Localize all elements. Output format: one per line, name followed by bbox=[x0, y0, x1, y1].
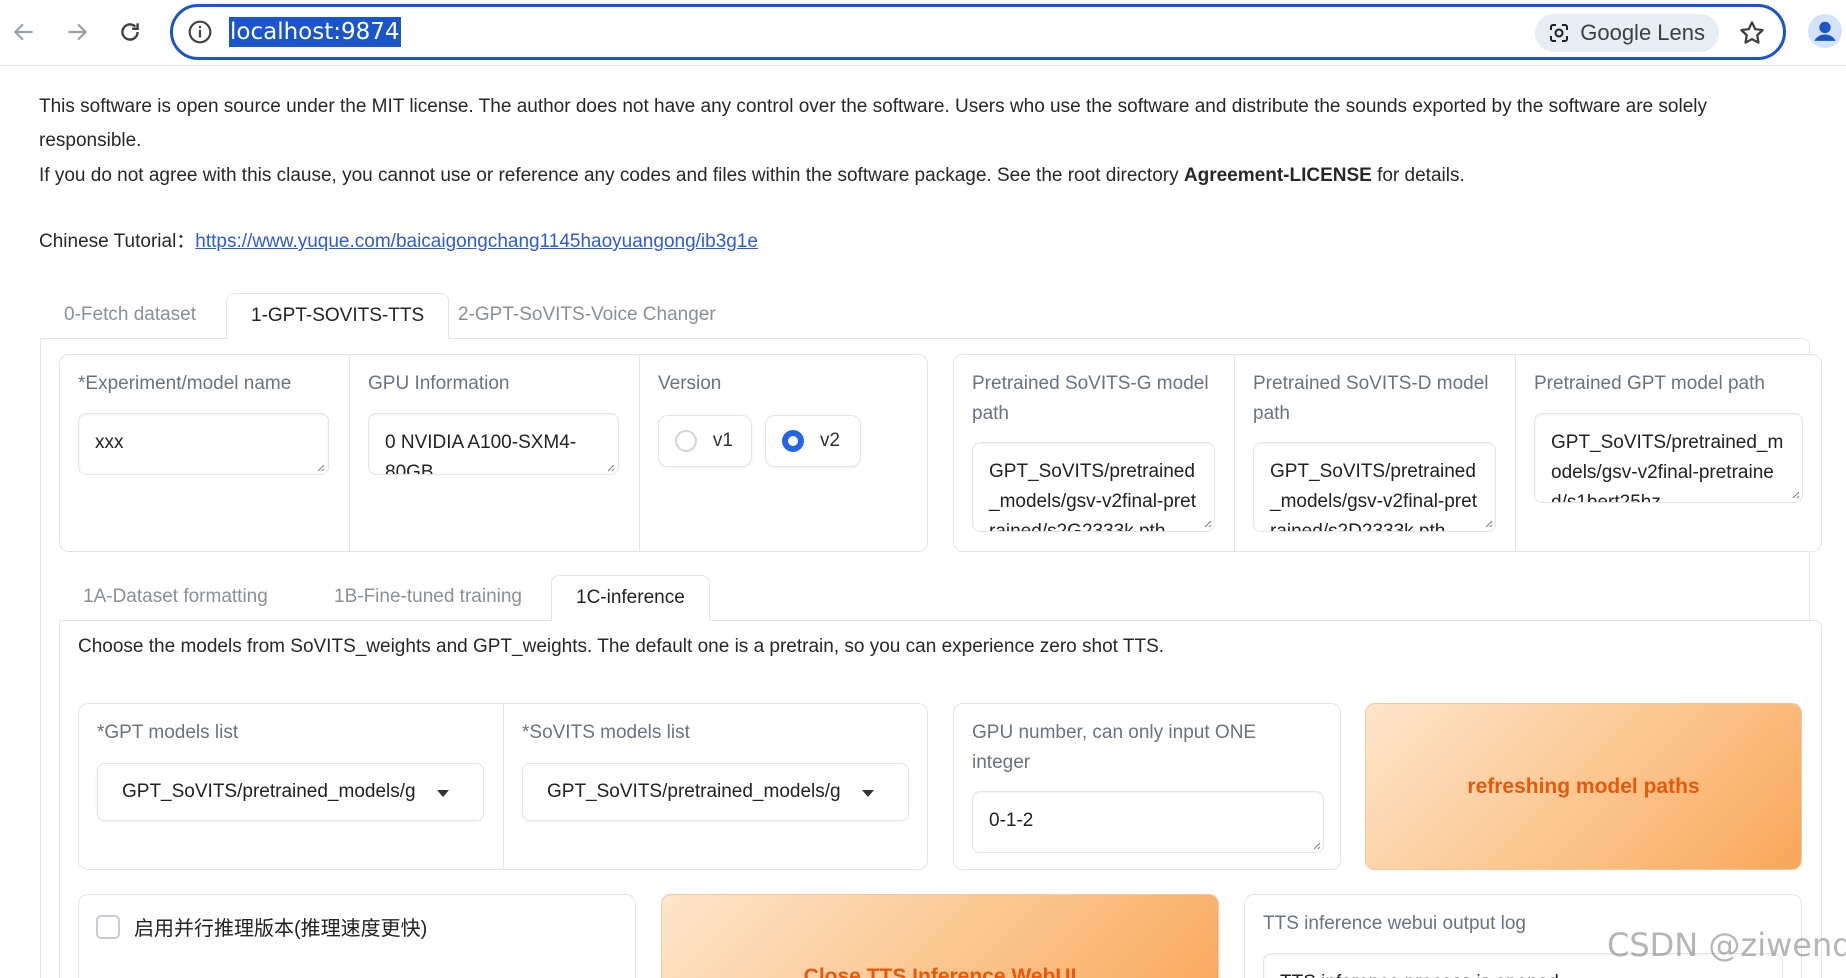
resize-grip-icon bbox=[1792, 491, 1800, 499]
main-tab-bar: 0-Fetch dataset 1-GPT-SOVITS-TTS 2-GPT-S… bbox=[40, 293, 1810, 339]
parallel-inference-label: 启用并行推理版本(推理速度更快) bbox=[134, 918, 428, 940]
version-cell: Version v1 v2 bbox=[640, 355, 929, 551]
agreement-suffix: for details. bbox=[1371, 165, 1465, 186]
sovits-g-path-input[interactable]: GPT_SoVITS/pretrained_models/gsv-v2final… bbox=[972, 442, 1215, 532]
resize-grip-icon bbox=[1313, 842, 1321, 850]
radio-unchecked-icon bbox=[675, 430, 697, 452]
arrow-right-icon bbox=[68, 23, 88, 41]
agreement-prefix: If you do not agree with this clause, yo… bbox=[39, 165, 1184, 186]
reload-button[interactable] bbox=[110, 12, 150, 52]
lens-icon bbox=[1550, 24, 1569, 42]
sovits-d-cell: Pretrained SoVITS-D model path GPT_SoVIT… bbox=[1235, 355, 1516, 551]
version-label: Version bbox=[658, 373, 722, 394]
arrow-left-icon bbox=[13, 23, 33, 41]
sovits-g-label: Pretrained SoVITS-G model path bbox=[972, 373, 1209, 424]
resize-grip-icon bbox=[607, 464, 615, 472]
browser-toolbar: localhost:9874 Google Lens bbox=[0, 0, 1846, 66]
inference-description: Choose the models from SoVITS_weights an… bbox=[78, 636, 1165, 657]
gpt-path-input[interactable]: GPT_SoVITS/pretrained_models/gsv-v2final… bbox=[1534, 413, 1803, 503]
gpt-path-label: Pretrained GPT model path bbox=[1534, 373, 1765, 394]
gpt-models-selected: GPT_SoVITS/pretrained_models/g bbox=[122, 781, 416, 802]
settings-group-right: Pretrained SoVITS-G model path GPT_SoVIT… bbox=[953, 354, 1822, 552]
gpt-list-label: *GPT models list bbox=[97, 722, 239, 743]
close-tts-webui-button[interactable]: Close TTS Inference WebUI bbox=[661, 894, 1219, 978]
google-lens-button[interactable]: Google Lens bbox=[1535, 14, 1719, 52]
tab-fetch-dataset[interactable]: 0-Fetch dataset bbox=[40, 293, 220, 339]
gpu-number-label: GPU number, can only input ONE integer bbox=[972, 722, 1257, 773]
url-text[interactable]: localhost:9874 bbox=[229, 17, 401, 47]
model-lists-group: *GPT models list GPT_SoVITS/pretrained_m… bbox=[78, 703, 928, 870]
sovits-d-path-input[interactable]: GPT_SoVITS/pretrained_models/gsv-v2final… bbox=[1253, 442, 1496, 532]
back-button[interactable] bbox=[4, 12, 44, 52]
bookmark-star-icon[interactable] bbox=[1737, 18, 1767, 48]
license-notice: This software is open source under the M… bbox=[39, 96, 1707, 151]
output-log-label: TTS inference webui output log bbox=[1263, 913, 1526, 934]
resize-grip-icon bbox=[1204, 520, 1212, 528]
chevron-down-icon bbox=[862, 790, 874, 797]
gpt-list-cell: *GPT models list GPT_SoVITS/pretrained_m… bbox=[79, 704, 504, 869]
tab-gpt-sovits-tts[interactable]: 1-GPT-SOVITS-TTS bbox=[226, 293, 450, 339]
parallel-inference-checkbox[interactable] bbox=[96, 915, 120, 939]
gpt-path-cell: Pretrained GPT model path GPT_SoVITS/pre… bbox=[1516, 355, 1823, 551]
gpu-number-group: GPU number, can only input ONE integer 0… bbox=[953, 703, 1341, 870]
resize-grip-icon bbox=[1485, 520, 1493, 528]
version-v1-label: v1 bbox=[712, 430, 733, 451]
resize-grip-icon bbox=[317, 464, 325, 472]
sovits-g-cell: Pretrained SoVITS-G model path GPT_SoVIT… bbox=[954, 355, 1235, 551]
agreement-license-name: Agreement-LICENSE bbox=[1183, 165, 1372, 186]
gpu-info-cell: GPU Information 0 NVIDIA A100-SXM4-80GB bbox=[350, 355, 640, 551]
experiment-name-input[interactable]: xxx bbox=[78, 413, 329, 475]
tab-dataset-formatting[interactable]: 1A-Dataset formatting bbox=[59, 575, 292, 621]
csdn-watermark: CSDN @ziwend bbox=[1607, 926, 1846, 964]
tutorial-line: Chinese Tutorial：https://www.yuque.com/b… bbox=[39, 225, 758, 259]
experiment-cell: *Experiment/model name xxx bbox=[60, 355, 350, 551]
experiment-label: *Experiment/model name bbox=[78, 373, 292, 394]
sovits-models-selected: GPT_SoVITS/pretrained_models/g bbox=[547, 781, 841, 802]
chevron-down-icon bbox=[437, 790, 449, 797]
gpu-info-label: GPU Information bbox=[368, 373, 510, 394]
version-option-v2[interactable]: v2 bbox=[765, 415, 861, 467]
sovits-list-label: *SoVITS models list bbox=[522, 722, 690, 743]
version-option-v1[interactable]: v1 bbox=[658, 415, 752, 467]
sub-tab-bar: 1A-Dataset formatting 1B-Fine-tuned trai… bbox=[59, 575, 1822, 621]
tab-inference[interactable]: 1C-inference bbox=[551, 575, 710, 621]
tab-voice-changer[interactable]: 2-GPT-SoVITS-Voice Changer bbox=[434, 293, 740, 339]
tab-fine-tuned-training[interactable]: 1B-Fine-tuned training bbox=[310, 575, 546, 621]
gpu-info-input[interactable]: 0 NVIDIA A100-SXM4-80GB bbox=[368, 413, 619, 475]
sovits-list-cell: *SoVITS models list GPT_SoVITS/pretraine… bbox=[504, 704, 929, 869]
refresh-model-paths-button[interactable]: refreshing model paths bbox=[1365, 703, 1802, 870]
radio-checked-icon bbox=[782, 430, 804, 452]
version-v2-label: v2 bbox=[820, 430, 841, 451]
tutorial-label: Chinese Tutorial： bbox=[39, 231, 196, 252]
license-agreement-line: If you do not agree with this clause, yo… bbox=[39, 159, 1465, 193]
reload-icon bbox=[121, 23, 139, 41]
sovits-models-dropdown[interactable]: GPT_SoVITS/pretrained_models/g bbox=[522, 763, 909, 821]
tutorial-link[interactable]: https://www.yuque.com/baicaigongchang114… bbox=[195, 231, 758, 252]
profile-avatar-icon[interactable] bbox=[1808, 14, 1842, 48]
lens-label: Google Lens bbox=[1580, 20, 1705, 45]
address-bar[interactable]: localhost:9874 Google Lens bbox=[170, 4, 1786, 60]
gpu-number-input[interactable]: 0-1-2 bbox=[972, 791, 1324, 853]
forward-button[interactable] bbox=[57, 12, 97, 52]
settings-group-left: *Experiment/model name xxx GPU Informati… bbox=[59, 354, 928, 552]
gpt-models-dropdown[interactable]: GPT_SoVITS/pretrained_models/g bbox=[97, 763, 484, 821]
sovits-d-label: Pretrained SoVITS-D model path bbox=[1253, 373, 1489, 424]
site-info-icon[interactable] bbox=[187, 19, 213, 45]
